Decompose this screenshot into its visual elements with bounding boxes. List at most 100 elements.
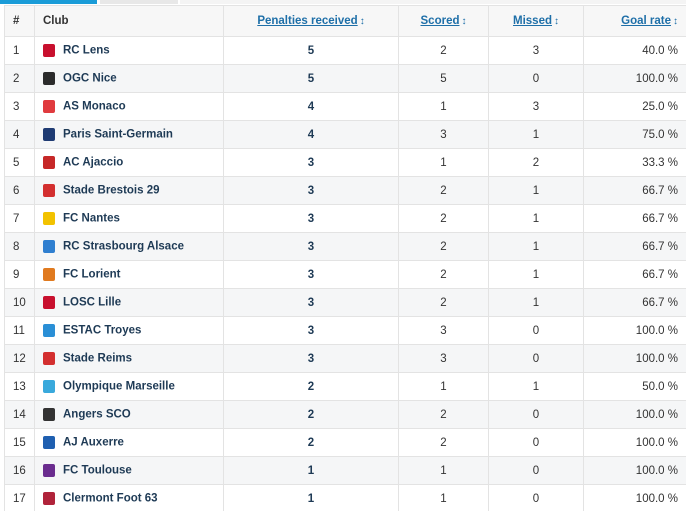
penalties-received-cell: 2 (223, 428, 399, 457)
goal-rate-cell: 50.0 % (583, 372, 686, 401)
missed-cell: 1 (488, 372, 584, 401)
club-cell: LOSC Lille (34, 288, 224, 317)
goal-rate-cell: 100.0 % (583, 64, 686, 93)
sort-missed-link[interactable]: Missed (513, 15, 552, 27)
table-row: 16 FC Toulouse 1 1 0 100.0 % (4, 456, 686, 485)
table-row: 8 RC Strasbourg Alsace 3 2 1 66.7 % (4, 232, 686, 261)
club-link[interactable]: FC Lorient (63, 269, 121, 281)
club-crest-icon (43, 184, 55, 197)
scored-cell: 2 (398, 428, 489, 457)
club-crest-icon (43, 128, 55, 141)
scored-cell: 1 (398, 148, 489, 177)
scored-cell: 2 (398, 176, 489, 205)
scored-cell: 1 (398, 92, 489, 121)
sort-penalties-link[interactable]: Penalties received (257, 15, 357, 27)
club-link[interactable]: LOSC Lille (63, 297, 121, 309)
rank-cell: 15 (4, 428, 35, 457)
penalties-received-cell: 3 (223, 176, 399, 205)
club-link[interactable]: ESTAC Troyes (63, 325, 141, 337)
missed-cell: 2 (488, 148, 584, 177)
club-link[interactable]: RC Lens (63, 45, 110, 57)
scored-cell: 5 (398, 64, 489, 93)
missed-cell: 1 (488, 120, 584, 149)
penalties-received-cell: 5 (223, 64, 399, 93)
rank-cell: 17 (4, 484, 35, 511)
club-cell: FC Lorient (34, 260, 224, 289)
club-link[interactable]: FC Toulouse (63, 465, 132, 477)
goal-rate-cell: 25.0 % (583, 92, 686, 121)
club-crest-icon (43, 352, 55, 365)
club-link[interactable]: Stade Brestois 29 (63, 185, 160, 197)
sort-goal-rate-link[interactable]: Goal rate (621, 15, 671, 27)
club-link[interactable]: Paris Saint-Germain (63, 129, 173, 141)
penalties-received-cell: 3 (223, 344, 399, 373)
rank-cell: 6 (4, 176, 35, 205)
table-row: 1 RC Lens 5 2 3 40.0 % (4, 36, 686, 65)
rank-cell: 12 (4, 344, 35, 373)
sort-arrows-icon[interactable]: ↕ (360, 16, 365, 27)
scored-cell: 1 (398, 456, 489, 485)
table-row: 17 Clermont Foot 63 1 1 0 100.0 % (4, 484, 686, 511)
scored-cell: 1 (398, 484, 489, 511)
rank-cell: 8 (4, 232, 35, 261)
club-link[interactable]: FC Nantes (63, 213, 120, 225)
table-row: 4 Paris Saint-Germain 4 3 1 75.0 % (4, 120, 686, 149)
club-link[interactable]: Angers SCO (63, 409, 131, 421)
club-crest-icon (43, 156, 55, 169)
tab-strip-background (180, 0, 686, 4)
penalties-received-cell: 5 (223, 36, 399, 65)
rank-cell: 13 (4, 372, 35, 401)
tab-inactive[interactable] (100, 0, 178, 4)
club-crest-icon (43, 464, 55, 477)
club-cell: Clermont Foot 63 (34, 484, 224, 511)
club-link[interactable]: Olympique Marseille (63, 381, 175, 393)
scored-cell: 2 (398, 232, 489, 261)
rank-cell: 3 (4, 92, 35, 121)
penalties-received-cell: 1 (223, 456, 399, 485)
club-link[interactable]: Stade Reims (63, 353, 132, 365)
club-cell: AS Monaco (34, 92, 224, 121)
sort-arrows-icon[interactable]: ↕ (673, 16, 678, 27)
missed-cell: 1 (488, 288, 584, 317)
missed-cell: 0 (488, 64, 584, 93)
sort-arrows-icon[interactable]: ↕ (554, 16, 559, 27)
club-crest-icon (43, 240, 55, 253)
club-link[interactable]: AJ Auxerre (63, 437, 124, 449)
penalties-received-cell: 3 (223, 148, 399, 177)
club-cell: AC Ajaccio (34, 148, 224, 177)
header-scored[interactable]: Scored ↕ (398, 5, 489, 37)
club-link[interactable]: Clermont Foot 63 (63, 493, 158, 505)
club-crest-icon (43, 100, 55, 113)
sort-scored-link[interactable]: Scored (421, 15, 460, 27)
club-crest-icon (43, 492, 55, 505)
tab-active-indicator[interactable] (0, 0, 97, 4)
header-goal-rate[interactable]: Goal rate ↕ (583, 5, 686, 37)
header-missed[interactable]: Missed ↕ (488, 5, 584, 37)
sort-arrows-icon[interactable]: ↕ (462, 16, 467, 27)
goal-rate-cell: 100.0 % (583, 456, 686, 485)
club-crest-icon (43, 212, 55, 225)
goal-rate-cell: 66.7 % (583, 260, 686, 289)
table-row: 7 FC Nantes 3 2 1 66.7 % (4, 204, 686, 233)
table-row: 5 AC Ajaccio 3 1 2 33.3 % (4, 148, 686, 177)
header-penalties-received[interactable]: Penalties received ↕ (223, 5, 399, 37)
header-club: Club (34, 5, 224, 37)
club-link[interactable]: RC Strasbourg Alsace (63, 241, 184, 253)
penalties-received-cell: 3 (223, 204, 399, 233)
goal-rate-cell: 75.0 % (583, 120, 686, 149)
missed-cell: 1 (488, 204, 584, 233)
club-link[interactable]: OGC Nice (63, 73, 117, 85)
missed-cell: 1 (488, 176, 584, 205)
club-link[interactable]: AC Ajaccio (63, 157, 123, 169)
club-link[interactable]: AS Monaco (63, 101, 126, 113)
penalties-received-cell: 4 (223, 120, 399, 149)
table-row: 13 Olympique Marseille 2 1 1 50.0 % (4, 372, 686, 401)
goal-rate-cell: 66.7 % (583, 232, 686, 261)
club-cell: ESTAC Troyes (34, 316, 224, 345)
table-row: 15 AJ Auxerre 2 2 0 100.0 % (4, 428, 686, 457)
penalties-received-cell: 3 (223, 260, 399, 289)
scored-cell: 3 (398, 120, 489, 149)
penalties-received-cell: 3 (223, 316, 399, 345)
club-cell: RC Strasbourg Alsace (34, 232, 224, 261)
table-row: 6 Stade Brestois 29 3 2 1 66.7 % (4, 176, 686, 205)
